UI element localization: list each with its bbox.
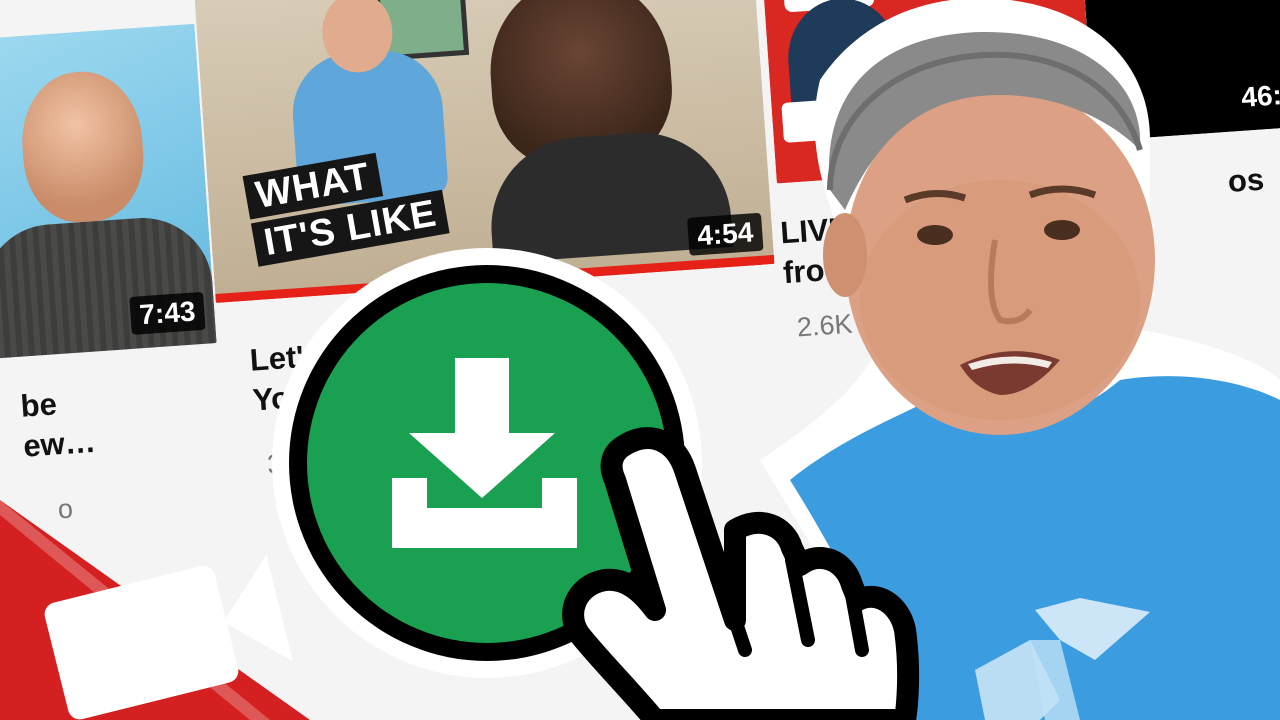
- pointing-hand-cursor-icon: [562, 427, 920, 720]
- thumbnail-stage: 7:43 be ew… o WHAT IT'S LIKE 4:54 Let's …: [0, 0, 1280, 720]
